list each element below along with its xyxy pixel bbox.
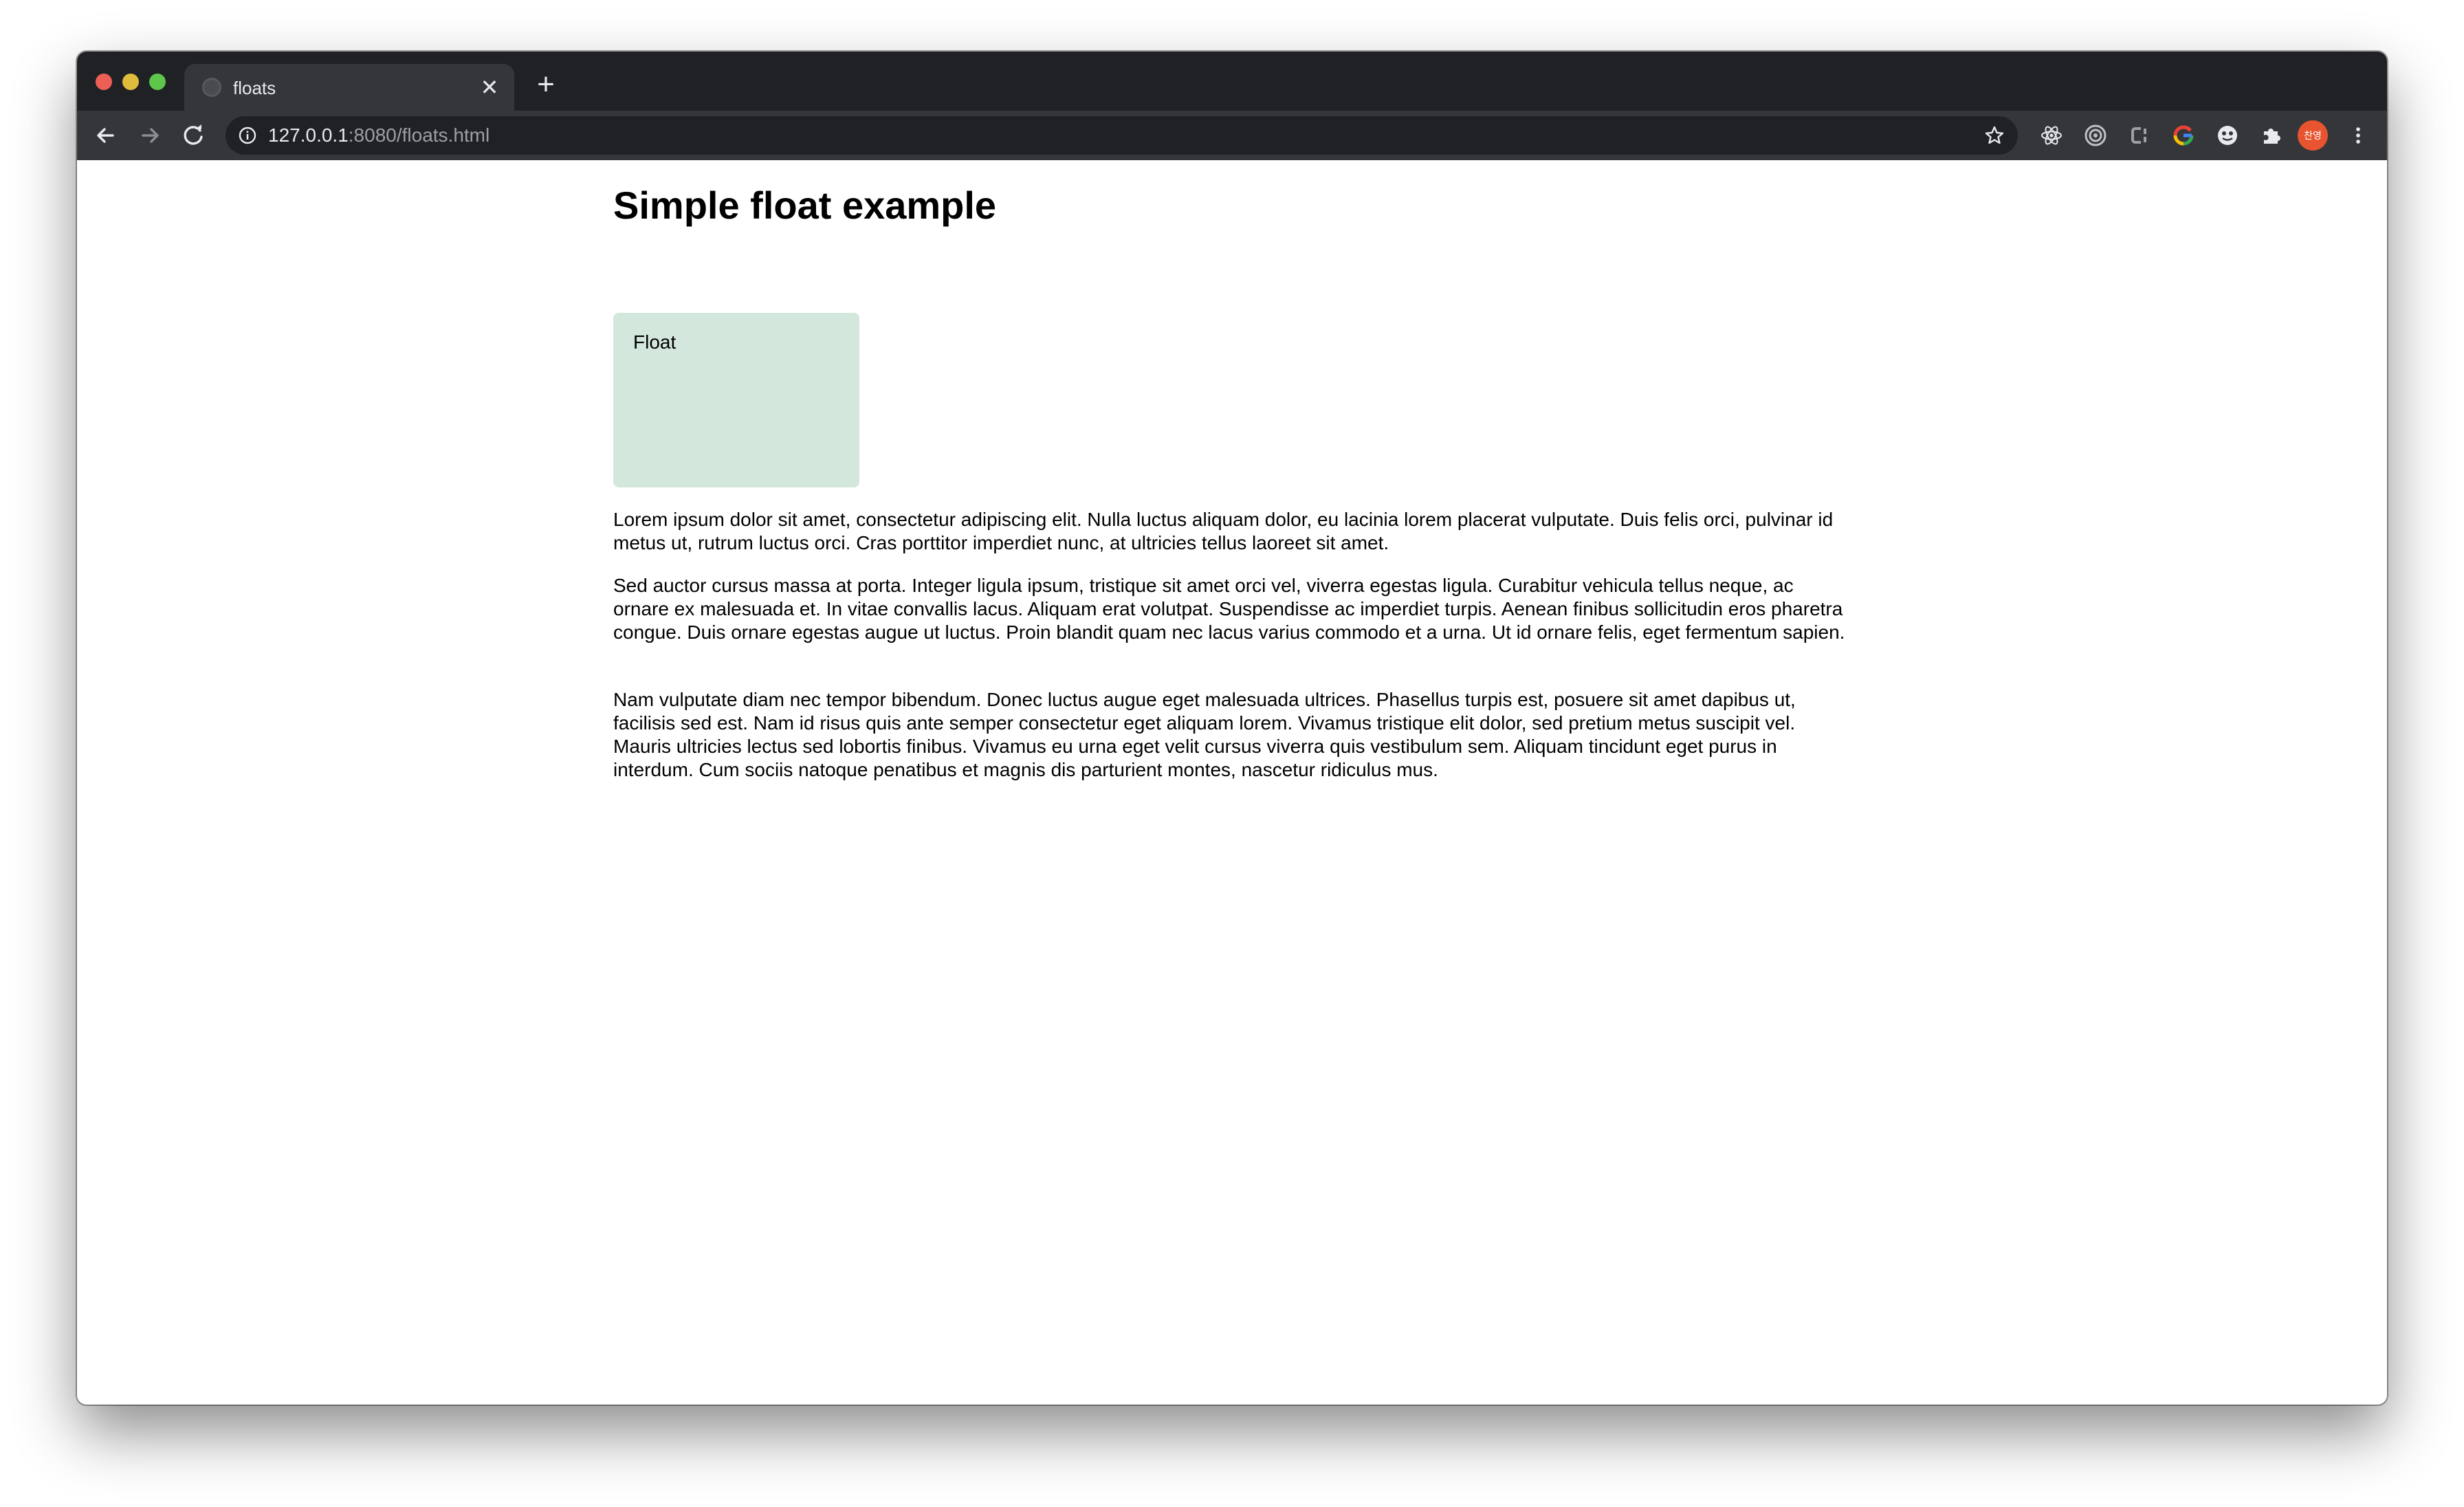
avatar[interactable]: 찬영 <box>2298 120 2328 151</box>
reload-button[interactable] <box>179 120 209 151</box>
paragraph-3: Nam vulputate diam nec tempor bibendum. … <box>613 689 1796 780</box>
bookmark-star-icon[interactable] <box>1983 124 2005 146</box>
globe-icon <box>202 78 221 97</box>
google-icon[interactable] <box>2170 122 2197 149</box>
forward-button[interactable] <box>135 120 165 151</box>
cs-icon[interactable] <box>2126 122 2153 149</box>
tab-strip: floats ✕ + <box>77 52 2387 111</box>
target-icon[interactable] <box>2082 122 2109 149</box>
reload-icon <box>184 124 203 145</box>
tab-title: floats <box>233 78 276 98</box>
browser-toolbar: 127.0.0.1:8080/floats.html 찬영 <box>77 111 2387 160</box>
window-minimize-button[interactable] <box>122 74 139 90</box>
new-tab-button[interactable]: + <box>531 69 561 101</box>
address-bar[interactable]: 127.0.0.1:8080/floats.html <box>226 116 2018 155</box>
page-viewport: Simple float example Float Lorem ipsum d… <box>77 160 2387 1405</box>
url-text[interactable]: 127.0.0.1:8080/floats.html <box>268 124 490 146</box>
float-box: Float <box>613 313 859 487</box>
url-host: 127.0.0.1 <box>268 124 349 146</box>
close-tab-icon[interactable]: ✕ <box>477 75 502 100</box>
face-icon[interactable] <box>2214 122 2241 149</box>
arrow-right-icon <box>142 128 159 143</box>
window-close-button[interactable] <box>96 74 112 90</box>
back-button[interactable] <box>91 120 121 151</box>
tab-floats[interactable]: floats ✕ <box>184 64 514 111</box>
page-title: Simple float example <box>613 184 997 227</box>
info-icon[interactable] <box>238 126 257 145</box>
paragraph-1: Lorem ipsum dolor sit amet, consectetur … <box>613 509 1834 553</box>
window-maximize-button[interactable] <box>149 74 166 90</box>
float-label: Float <box>633 331 676 353</box>
arrow-left-icon <box>97 128 114 143</box>
browser-window: floats ✕ + 127.0.0.1:8080/floats.html 찬영… <box>77 52 2387 1405</box>
puzzle-icon[interactable] <box>2258 122 2285 149</box>
kebab-menu-icon[interactable] <box>2344 122 2372 149</box>
screen: floats ✕ + 127.0.0.1:8080/floats.html 찬영… <box>0 0 2464 1507</box>
url-path: :8080/floats.html <box>348 124 490 146</box>
react-icon[interactable] <box>2038 122 2065 149</box>
paragraph-2: Sed auctor cursus massa at porta. Intege… <box>613 575 1845 643</box>
